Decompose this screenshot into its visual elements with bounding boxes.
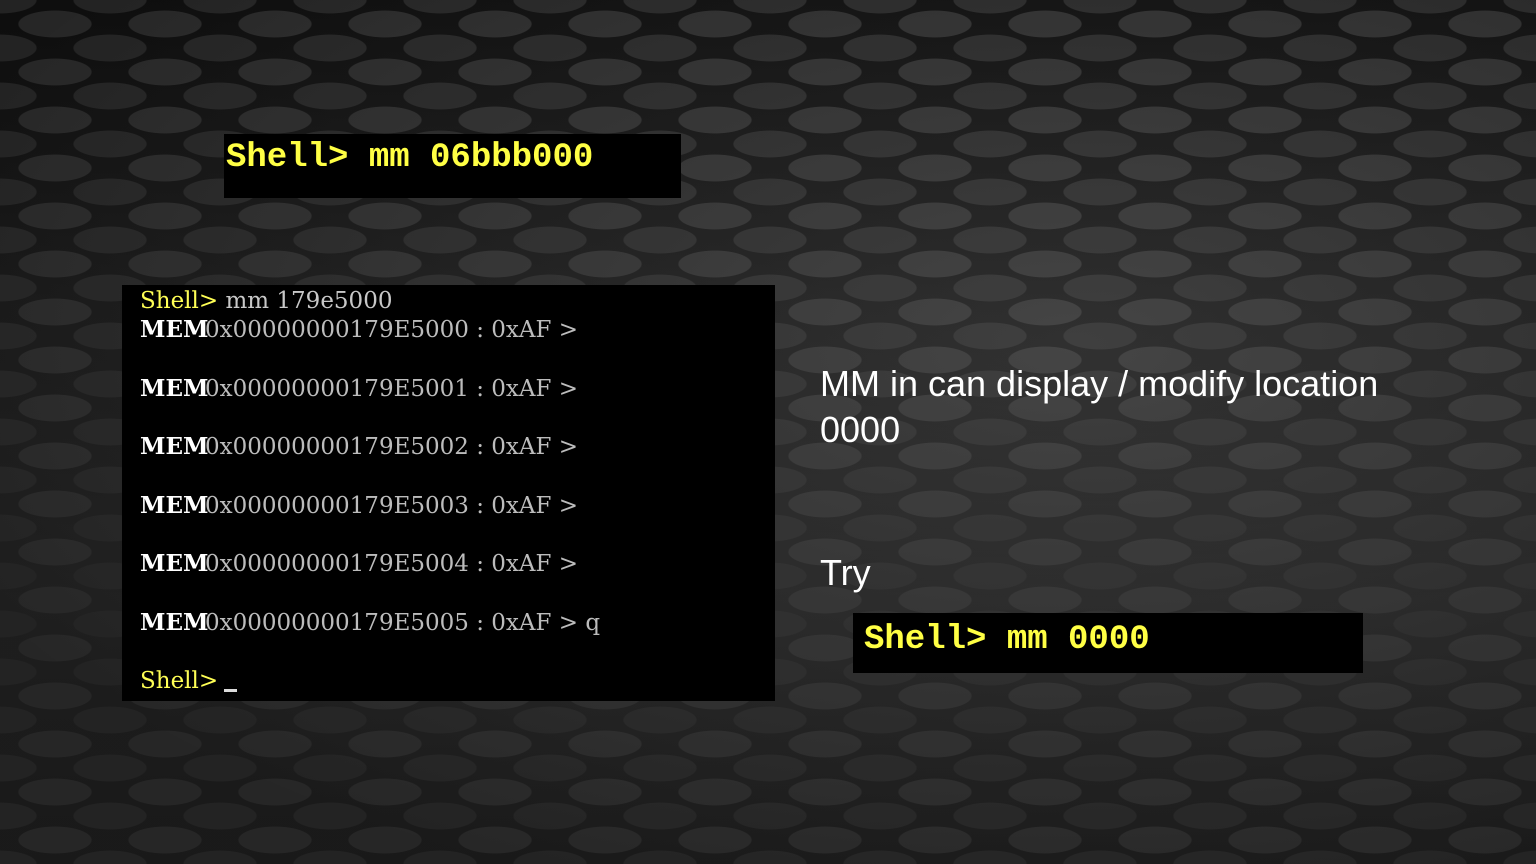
mem-value: 0x00000000179E5003 : 0xAF > xyxy=(205,493,579,519)
mem-label: MEM xyxy=(140,609,209,636)
mem-value: 0x00000000179E5004 : 0xAF > xyxy=(205,551,579,577)
mem-row: MEM0x00000000179E5003 : 0xAF > xyxy=(140,494,578,518)
mem-label: MEM xyxy=(140,375,209,402)
mem-label: MEM xyxy=(140,550,209,577)
mem-value: 0x00000000179E5001 : 0xAF > xyxy=(205,376,579,402)
mem-label: MEM xyxy=(140,316,209,343)
mem-row: MEM0x00000000179E5005 : 0xAF > q xyxy=(140,611,600,635)
mem-row: MEM0x00000000179E5002 : 0xAF > xyxy=(140,435,578,459)
terminal-final-line: Shell> xyxy=(140,668,238,694)
text-cursor xyxy=(224,689,238,692)
mem-row: MEM0x00000000179E5004 : 0xAF > xyxy=(140,552,578,576)
mem-row: MEM0x00000000179E5000 : 0xAF > xyxy=(140,318,578,342)
mem-value: 0x00000000179E5000 : 0xAF > xyxy=(205,317,579,343)
slide: Shell> mm 06bbb000 Shell> mm 179e5000 ME… xyxy=(0,0,1536,864)
mem-row: MEM0x00000000179E5001 : 0xAF > xyxy=(140,377,578,401)
terminal-prompt: Shell> xyxy=(140,288,219,314)
description-text: MM in can display / modify location 0000 xyxy=(820,363,1379,450)
try-command-box: Shell> mm 0000 xyxy=(853,613,1363,673)
mem-label: MEM xyxy=(140,492,209,519)
mem-value: 0x00000000179E5005 : 0xAF > q xyxy=(205,610,601,636)
mem-label: MEM xyxy=(140,433,209,460)
top-command-box: Shell> mm 06bbb000 xyxy=(224,134,681,198)
mem-value: 0x00000000179E5002 : 0xAF > xyxy=(205,434,579,460)
try-label: Try xyxy=(820,552,871,593)
terminal-final-prompt: Shell> xyxy=(140,668,219,694)
terminal-command-line: Shell> mm 179e5000 xyxy=(140,290,392,313)
terminal-screenshot: Shell> mm 179e5000 MEM0x00000000179E5000… xyxy=(122,285,775,701)
terminal-command: mm 179e5000 xyxy=(225,288,393,314)
